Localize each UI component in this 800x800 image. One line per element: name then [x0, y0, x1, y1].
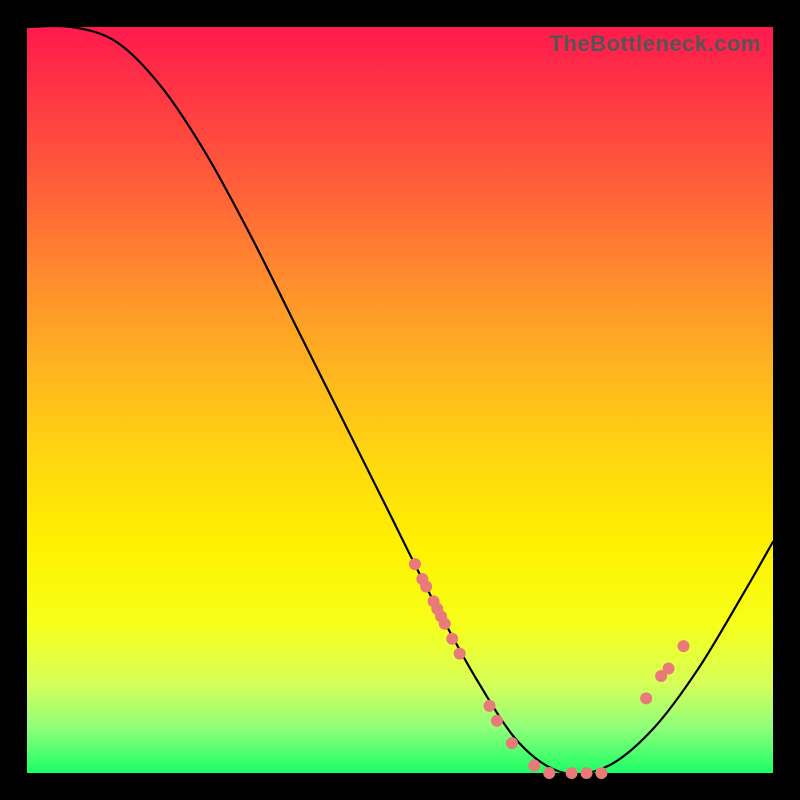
- marker-dot: [663, 663, 674, 674]
- marker-dot: [544, 768, 555, 779]
- marker-dot: [581, 768, 592, 779]
- chart-plot-area: TheBottleneck.com: [27, 27, 773, 773]
- marker-dot: [678, 641, 689, 652]
- marker-group: [409, 559, 689, 779]
- marker-dot: [596, 768, 607, 779]
- marker-dot: [529, 760, 540, 771]
- marker-dot: [566, 768, 577, 779]
- marker-dot: [484, 700, 495, 711]
- marker-dot: [409, 559, 420, 570]
- marker-dot: [506, 738, 517, 749]
- marker-dot: [641, 693, 652, 704]
- marker-dot: [447, 633, 458, 644]
- bottleneck-curve: [27, 26, 773, 775]
- marker-dot: [454, 648, 465, 659]
- marker-dot: [421, 581, 432, 592]
- marker-dot: [491, 715, 502, 726]
- marker-dot: [439, 618, 450, 629]
- chart-svg: [27, 27, 773, 773]
